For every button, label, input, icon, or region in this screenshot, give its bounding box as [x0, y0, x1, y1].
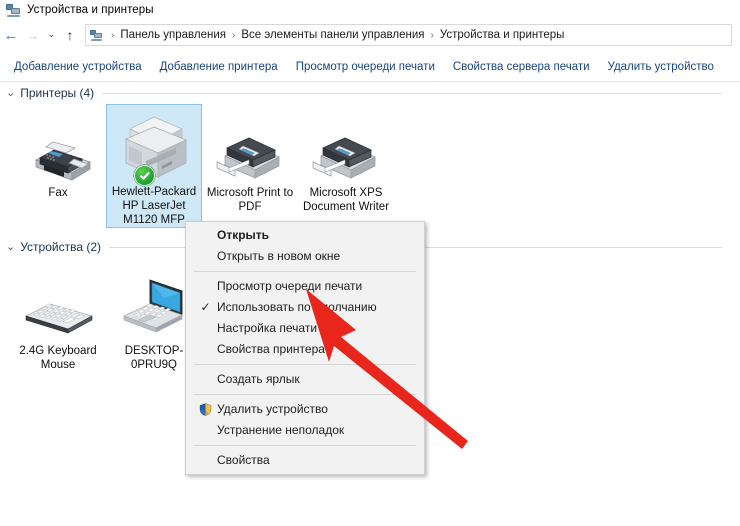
breadcrumb-item-all-items[interactable]: Все элементы панели управления — [239, 29, 426, 41]
forward-arrow-icon[interactable]: → — [22, 24, 44, 46]
context-menu-item-printing-preferences[interactable]: Настройка печати — [186, 318, 424, 339]
device-label: Microsoft XPS Document Writer — [302, 187, 390, 213]
printer-context-menu: Открыть Открыть в новом окне Просмотр оч… — [185, 221, 425, 475]
path-devices-icon — [90, 29, 103, 41]
device-label: Microsoft Print to PDF — [206, 187, 294, 213]
group-rule — [102, 92, 722, 94]
chevron-down-icon[interactable]: ⌄ — [6, 240, 15, 253]
add-device-button[interactable]: Добавление устройства — [5, 56, 151, 78]
menu-separator — [194, 364, 416, 365]
uac-shield-icon — [194, 403, 217, 416]
command-bar: Добавление устройства Добавление принтер… — [0, 52, 740, 82]
chevron-down-icon[interactable]: ⌄ — [6, 86, 15, 99]
printers-tile-row: Fax Hewlett-Packard HP LaserJet M1120 MF… — [10, 104, 394, 228]
devices-and-printers-window: Устройства и принтеры ← → ⌄ ↑ › Панель у… — [0, 0, 740, 526]
context-menu-item-properties[interactable]: Свойства — [186, 450, 424, 471]
device-tile-hp-laserjet[interactable]: Hewlett-Packard HP LaserJet M1120 MFP — [106, 104, 202, 228]
device-tile-fax[interactable]: Fax — [10, 104, 106, 228]
group-header-printers[interactable]: ⌄ Принтеры (4) — [6, 86, 722, 100]
context-menu-item-troubleshoot[interactable]: Устранение неполадок — [186, 420, 424, 441]
printer-icon — [309, 110, 383, 182]
context-menu-item-open-in-new-window[interactable]: Открыть в новом окне — [186, 246, 424, 267]
laptop-icon — [114, 268, 194, 340]
address-bar: ← → ⌄ ↑ › Панель управления › Все элемен… — [0, 20, 740, 50]
breadcrumb-separator: › — [111, 29, 115, 41]
device-label: 2.4G Keyboard Mouse — [19, 345, 97, 371]
context-menu-item-remove-device[interactable]: Удалить устройство — [186, 399, 424, 420]
context-menu-item-set-as-default[interactable]: ✓ Использовать по умолчанию — [186, 297, 424, 318]
context-menu-item-create-shortcut[interactable]: Создать ярлык — [186, 369, 424, 390]
default-printer-badge — [134, 165, 155, 186]
keyboard-icon — [18, 268, 98, 340]
checkmark-icon: ✓ — [200, 299, 211, 314]
add-printer-button[interactable]: Добавление принтера — [151, 56, 287, 78]
device-tile-ms-print-to-pdf[interactable]: Microsoft Print to PDF — [202, 104, 298, 228]
menu-separator — [194, 394, 416, 395]
group-label-devices: Устройства (2) — [20, 240, 101, 254]
remove-device-button[interactable]: Удалить устройство — [599, 56, 723, 78]
context-menu-item-printer-properties[interactable]: Свойства принтера — [186, 339, 424, 360]
view-print-queue-button[interactable]: Просмотр очереди печати — [287, 56, 444, 78]
menu-separator — [194, 445, 416, 446]
chevron-down-icon[interactable]: ⌄ — [44, 24, 59, 46]
device-label: Fax — [48, 187, 68, 199]
window-title: Устройства и принтеры — [27, 4, 154, 16]
fax-machine-icon — [22, 110, 94, 182]
context-menu-item-open[interactable]: Открыть — [186, 225, 424, 246]
breadcrumb-item-control-panel[interactable]: Панель управления — [118, 29, 228, 41]
laser-printer-icon — [116, 111, 192, 186]
breadcrumb-separator: › — [430, 29, 434, 41]
back-arrow-icon[interactable]: ← — [0, 24, 22, 46]
group-label-printers: Принтеры (4) — [20, 86, 95, 100]
printer-icon — [213, 110, 287, 182]
devices-and-printers-icon — [6, 3, 21, 17]
context-menu-item-view-print-queue[interactable]: Просмотр очереди печати — [186, 276, 424, 297]
device-tile-keyboard-mouse[interactable]: 2.4G Keyboard Mouse — [10, 262, 106, 372]
menu-separator — [194, 271, 416, 272]
breadcrumb-separator: › — [232, 29, 236, 41]
breadcrumb-item-devices-and-printers[interactable]: Устройства и принтеры — [438, 29, 567, 41]
print-server-properties-button[interactable]: Свойства сервера печати — [444, 56, 599, 78]
window-title-bar: Устройства и принтеры — [0, 0, 740, 20]
up-arrow-icon[interactable]: ↑ — [59, 24, 81, 46]
device-tile-ms-xps-writer[interactable]: Microsoft XPS Document Writer — [298, 104, 394, 228]
devices-tile-row: 2.4G Keyboard Mouse DESKTOP-0PRU9Q — [10, 262, 202, 372]
breadcrumb[interactable]: › Панель управления › Все элементы панел… — [85, 24, 732, 46]
